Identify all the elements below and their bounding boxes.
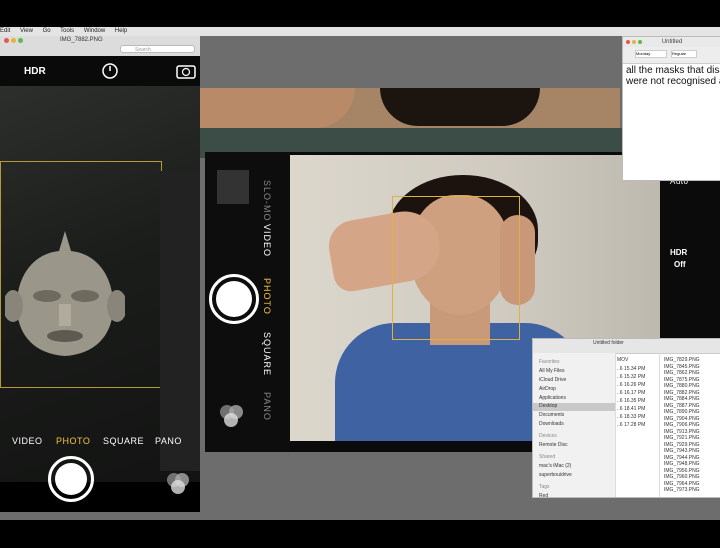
- bottom-letterbox: [0, 520, 720, 548]
- zoom-icon[interactable]: [18, 38, 23, 43]
- search-input[interactable]: Search: [120, 45, 195, 53]
- file-row[interactable]: IMG_7913.PNG: [664, 429, 700, 435]
- camera-flip-icon[interactable]: [176, 63, 196, 79]
- hair-shape: [380, 88, 540, 126]
- zoom-icon[interactable]: [638, 40, 642, 44]
- file-row[interactable]: IMG_7956.PNG: [664, 468, 700, 474]
- hdr-label[interactable]: HDR: [670, 248, 687, 257]
- finder-file-list: IMG_7829.PNG IMG_7845.PNG IMG_7862.PNG I…: [533, 353, 720, 497]
- file-row[interactable]: IMG_7862.PNG: [664, 370, 700, 376]
- mode-video[interactable]: VIDEO: [12, 436, 43, 446]
- thumbnail[interactable]: [217, 170, 249, 204]
- left-phone-screenshot: HDR VIDEO PHOTO SQUARE PANO: [0, 56, 200, 512]
- file-row[interactable]: IMG_7948.PNG: [664, 461, 700, 467]
- camera-top-bar: HDR: [0, 56, 200, 86]
- close-icon[interactable]: [626, 40, 630, 44]
- mode-pano[interactable]: PANO: [155, 436, 182, 446]
- file-row[interactable]: IMG_7964.PNG: [664, 481, 700, 487]
- filters-icon[interactable]: [164, 468, 192, 496]
- shutter-button[interactable]: [48, 456, 94, 502]
- menu-tools[interactable]: Tools: [60, 28, 74, 34]
- timer-icon[interactable]: [101, 62, 119, 80]
- photo-top-strip: [200, 88, 620, 128]
- mode-square-c[interactable]: SQUARE: [262, 332, 272, 376]
- text-line: were not recognised as th: [626, 76, 720, 87]
- menu-window[interactable]: Window: [84, 28, 105, 34]
- finder-title: Untitled folder: [593, 340, 624, 346]
- search-placeholder: Search: [135, 47, 151, 53]
- menu-view[interactable]: View: [20, 28, 33, 34]
- preview-toolbar: IMG_7882.PNG Search: [0, 36, 200, 57]
- style-select[interactable]: Regular: [671, 50, 697, 58]
- file-row[interactable]: IMG_7921.PNG: [664, 435, 700, 441]
- finder-window: Untitled folder Favorites All My Files i…: [532, 338, 720, 499]
- close-icon[interactable]: [4, 38, 9, 43]
- menu-help[interactable]: Help: [115, 28, 127, 34]
- mode-square[interactable]: SQUARE: [103, 436, 144, 446]
- preview-title: IMG_7882.PNG: [60, 37, 103, 43]
- hdr-label[interactable]: HDR: [24, 66, 46, 77]
- file-row[interactable]: IMG_7884.PNG: [664, 396, 700, 402]
- file-row[interactable]: IMG_7880.PNG: [664, 383, 700, 389]
- file-row[interactable]: IMG_7829.PNG: [664, 357, 700, 363]
- menu-bar: Edit View Go Tools Window Help: [0, 27, 720, 36]
- font-select[interactable]: Monday: [635, 50, 667, 58]
- mask-sculpture: [5, 231, 125, 356]
- file-row[interactable]: IMG_7904.PNG: [664, 416, 700, 422]
- file-row[interactable]: IMG_7943.PNG: [664, 448, 700, 454]
- minimize-icon[interactable]: [632, 40, 636, 44]
- textedit-toolbar: Monday Regular: [623, 47, 720, 64]
- menu-edit[interactable]: Edit: [0, 28, 10, 34]
- file-row[interactable]: IMG_7845.PNG: [664, 364, 700, 370]
- textedit-window: Untitled Monday Regular all the masks th…: [622, 36, 720, 181]
- file-row[interactable]: IMG_7944.PNG: [664, 455, 700, 461]
- finder-toolbar: Untitled folder: [533, 339, 720, 354]
- filters-icon[interactable]: [217, 400, 247, 430]
- text-line: all the masks that disappe: [626, 65, 720, 76]
- mode-video-c[interactable]: VIDEO: [262, 224, 272, 257]
- minimize-icon[interactable]: [11, 38, 16, 43]
- focus-frame: [392, 196, 520, 340]
- file-row[interactable]: IMG_7882.PNG: [664, 390, 700, 396]
- mode-slomo[interactable]: SLO-MO: [262, 180, 272, 222]
- menu-go[interactable]: Go: [43, 28, 51, 34]
- file-row[interactable]: IMG_7960.PNG: [664, 474, 700, 480]
- file-row[interactable]: IMG_7875.PNG: [664, 377, 700, 383]
- file-row[interactable]: IMG_7890.PNG: [664, 409, 700, 415]
- mode-photo[interactable]: PHOTO: [56, 436, 90, 446]
- file-row[interactable]: IMG_7906.PNG: [664, 422, 700, 428]
- mode-pano-c[interactable]: PANO: [262, 392, 272, 421]
- file-row[interactable]: IMG_7973.PNG: [664, 487, 700, 493]
- museum-label-panel: [160, 171, 200, 471]
- camera-viewfinder: [0, 86, 200, 482]
- file-row[interactable]: IMG_7929.PNG: [664, 442, 700, 448]
- textedit-body[interactable]: all the masks that disappe were not reco…: [626, 65, 720, 87]
- arm-shape: [200, 88, 355, 128]
- shutter-button[interactable]: [209, 274, 259, 324]
- hdr-state[interactable]: Off: [674, 260, 686, 269]
- camera-mode-selector: VIDEO PHOTO SQUARE PANO: [0, 436, 200, 454]
- file-row[interactable]: IMG_7887.PNG: [664, 403, 700, 409]
- mode-photo-c[interactable]: PHOTO: [262, 278, 272, 315]
